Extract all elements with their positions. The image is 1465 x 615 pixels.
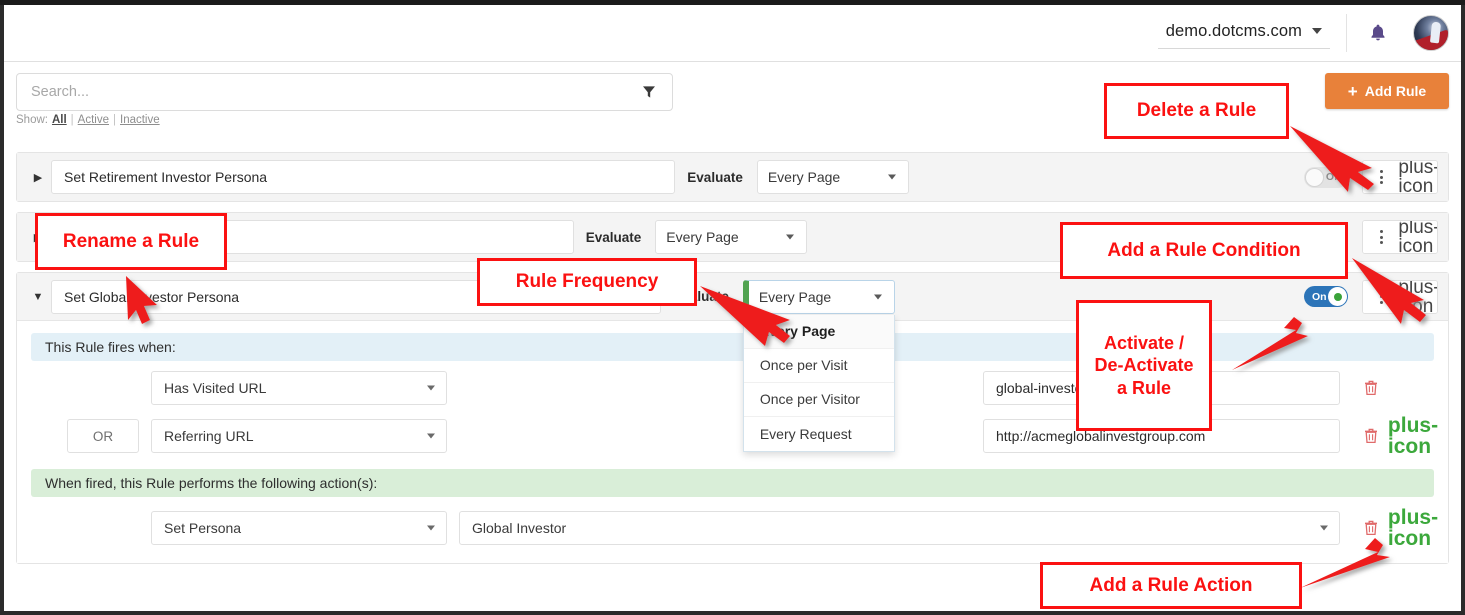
- callout-activate-deactivate-a-rule: Activate / De-Activate a Rule: [1076, 300, 1212, 431]
- callout-line-1: Activate /: [1104, 333, 1184, 354]
- callout-line-3: a Rule: [1117, 378, 1171, 399]
- callout-rule-frequency: Rule Frequency: [477, 258, 697, 306]
- callout-line-2: De-Activate: [1094, 355, 1193, 376]
- callout-rename-a-rule: Rename a Rule: [35, 213, 227, 270]
- arrow-rename-a-rule: [126, 276, 157, 324]
- callout-add-a-rule-condition: Add a Rule Condition: [1060, 222, 1348, 279]
- callout-add-a-rule-action: Add a Rule Action: [1040, 562, 1302, 609]
- app-window: demo.dotcms.com + Add Rule Sho: [0, 0, 1465, 615]
- arrow-add-a-rule-condition: [1352, 258, 1426, 324]
- callout-delete-a-rule: Delete a Rule: [1104, 83, 1289, 139]
- arrow-delete-a-rule: [1290, 126, 1374, 192]
- arrow-add-a-rule-action: [1300, 538, 1390, 588]
- arrow-rule-frequency: [700, 286, 790, 346]
- arrow-activate-deactivate-a-rule: [1232, 317, 1308, 370]
